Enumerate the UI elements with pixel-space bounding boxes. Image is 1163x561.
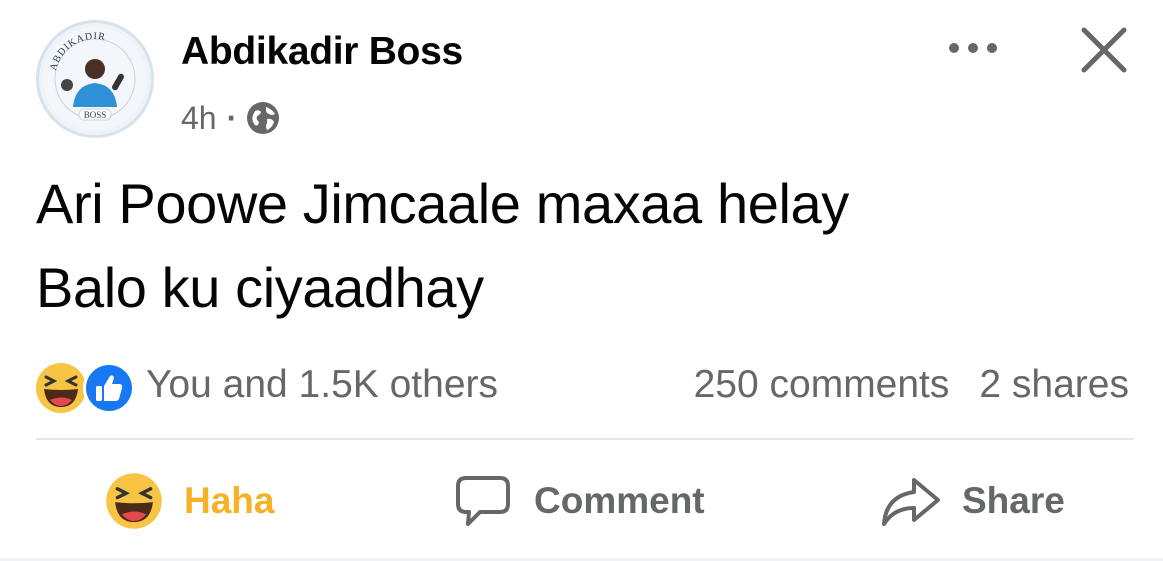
facebook-post: ABDIKADIR BOSS Abdikadir Boss 4h · Ari P…	[0, 0, 1163, 561]
divider	[36, 438, 1134, 440]
share-label: Share	[962, 480, 1065, 521]
comments-count[interactable]: 250 comments	[694, 363, 950, 407]
reactions-summary[interactable]: You and 1.5K others	[34, 356, 498, 414]
post-meta: 4h ·	[181, 96, 281, 140]
more-horizontal-icon	[949, 43, 997, 53]
reactions-count[interactable]: You and 1.5K others	[146, 363, 498, 407]
close-button[interactable]	[1076, 22, 1132, 78]
meta-separator: ·	[226, 99, 238, 136]
post-text: Ari Poowe Jimcaale maxaa helay Balo ku c…	[36, 162, 1126, 330]
comment-label: Comment	[534, 480, 705, 521]
more-options-button[interactable]	[944, 28, 1002, 68]
shares-count[interactable]: 2 shares	[979, 363, 1129, 407]
post-text-line: Ari Poowe Jimcaale maxaa helay	[36, 172, 849, 235]
globe-icon[interactable]	[245, 100, 281, 136]
avatar-logo-bottom-text: BOSS	[84, 110, 107, 120]
haha-reaction-button[interactable]: Haha	[104, 464, 274, 538]
close-icon	[1081, 27, 1127, 73]
author-avatar[interactable]: ABDIKADIR BOSS	[36, 20, 154, 138]
haha-icon	[36, 363, 86, 413]
avatar-logo-image: ABDIKADIR BOSS	[43, 27, 147, 131]
share-button[interactable]: Share	[878, 464, 1065, 538]
haha-icon	[106, 473, 162, 529]
post-text-line: Balo ku ciyaadhay	[36, 256, 484, 319]
haha-label: Haha	[184, 480, 275, 521]
comment-icon	[456, 476, 510, 526]
share-arrow-icon	[882, 478, 940, 526]
engagement-counts: 250 comments 2 shares	[694, 356, 1129, 414]
author-name[interactable]: Abdikadir Boss	[181, 30, 463, 74]
reaction-icons	[34, 359, 138, 414]
like-icon	[83, 362, 135, 414]
post-time[interactable]: 4h	[181, 100, 217, 137]
comment-button[interactable]: Comment	[452, 464, 705, 538]
